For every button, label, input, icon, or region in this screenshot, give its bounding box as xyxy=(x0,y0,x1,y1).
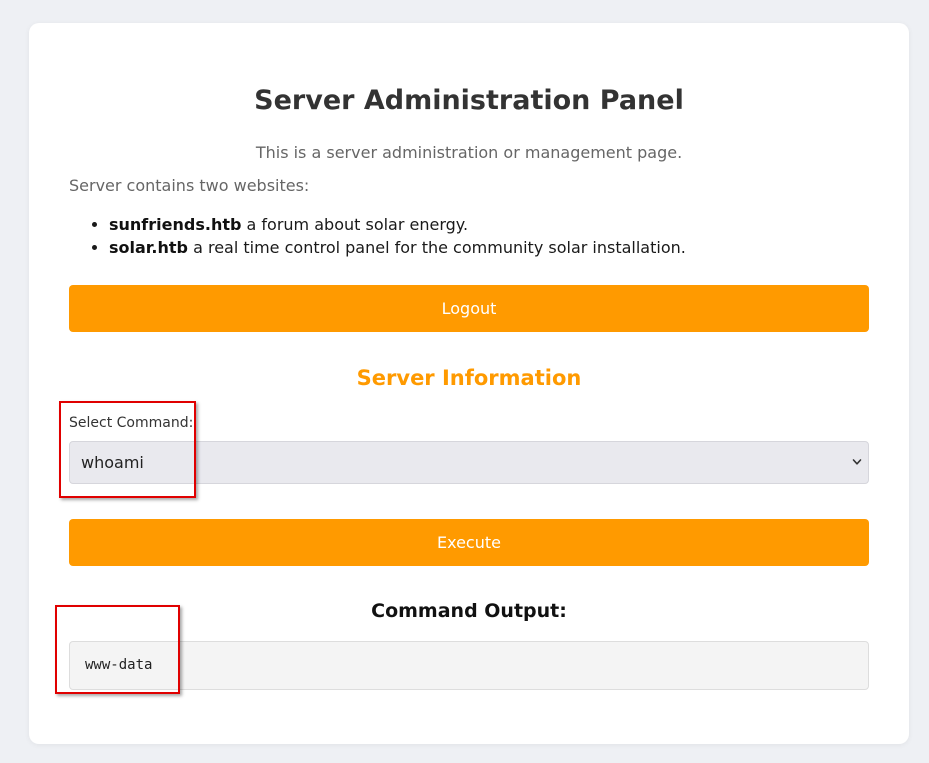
logout-button[interactable]: Logout xyxy=(69,285,869,332)
command-select[interactable]: whoami xyxy=(69,441,869,484)
page-subtitle: This is a server administration or manag… xyxy=(255,143,683,162)
site-name: solar.htb xyxy=(109,238,188,257)
page-title: Server Administration Panel xyxy=(254,85,684,116)
site-description: a real time control panel for the commun… xyxy=(187,238,686,257)
command-output-text: www-data xyxy=(85,657,153,673)
server-information-heading: Server Information xyxy=(356,366,582,390)
execute-button[interactable]: Execute xyxy=(69,519,869,566)
intro-text: Server contains two websites: xyxy=(69,176,310,195)
command-output-heading: Command Output: xyxy=(371,600,567,622)
site-description: a forum about solar energy. xyxy=(241,215,469,234)
site-name: sunfriends.htb xyxy=(109,215,242,234)
select-command-label: Select Command: xyxy=(69,415,194,431)
selected-command-value: whoami xyxy=(81,453,144,472)
list-item: sunfriends.htb a forum about solar energ… xyxy=(109,213,909,236)
command-output-box: www-data xyxy=(69,641,869,690)
website-list: sunfriends.htb a forum about solar energ… xyxy=(69,213,909,259)
list-item: solar.htb a real time control panel for … xyxy=(109,236,909,259)
chevron-down-icon xyxy=(852,459,862,465)
admin-panel-card: Server Administration Panel This is a se… xyxy=(29,23,909,744)
